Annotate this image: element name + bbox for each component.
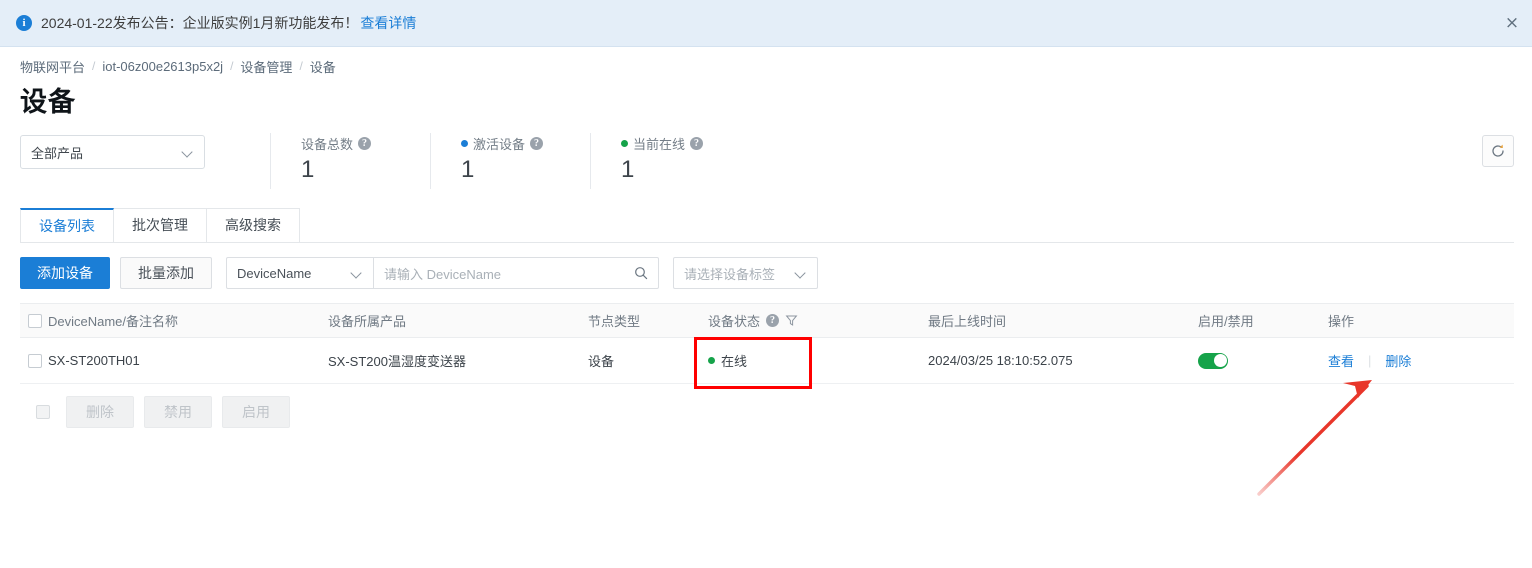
stat-label-activated-devices: 激活设备 <box>473 134 525 153</box>
column-operations: 操作 <box>1320 304 1514 338</box>
toggle-knob <box>1214 354 1227 367</box>
help-icon[interactable]: ? <box>766 314 779 327</box>
chevron-down-icon <box>351 267 363 279</box>
announcement-banner: i 2024-01-22发布公告：企业版实例1月新功能发布！ 查看详情 × <box>0 0 1532 47</box>
cell-product: SX-ST200温湿度变送器 <box>320 338 580 384</box>
cell-enable-toggle <box>1190 338 1320 384</box>
info-circle-icon: i <box>16 15 32 31</box>
chevron-down-icon <box>182 146 194 158</box>
last-online-value: 2024/03/25 18:10:52.075 <box>928 353 1073 368</box>
breadcrumb-item-device-management[interactable]: 设备管理 <box>240 57 292 76</box>
add-device-button[interactable]: 添加设备 <box>20 257 110 289</box>
announcement-text: 2024-01-22发布公告：企业版实例1月新功能发布！ <box>41 13 358 33</box>
cell-device-name: SX-ST200TH01 <box>20 338 320 384</box>
breadcrumb-item-device: 设备 <box>310 57 336 76</box>
column-label-device-status: 设备状态 <box>708 311 760 330</box>
row-select-checkbox[interactable] <box>28 354 42 368</box>
search-field-select[interactable]: DeviceName <box>226 257 374 289</box>
status-dot-online <box>708 357 715 364</box>
breadcrumb-separator: / <box>92 59 95 73</box>
column-label-product: 设备所属产品 <box>328 311 406 330</box>
cell-node-type: 设备 <box>580 338 700 384</box>
select-all-checkbox[interactable] <box>28 314 42 328</box>
breadcrumb-separator: / <box>299 59 302 73</box>
device-tag-select[interactable]: 请选择设备标签 <box>673 257 818 289</box>
bulk-enable-button[interactable]: 启用 <box>222 396 290 428</box>
tab-bar: 设备列表 批次管理 高级搜索 <box>20 209 1514 243</box>
device-table-body: SX-ST200TH01 SX-ST200温湿度变送器 设备 在线 2024/0… <box>20 338 1514 384</box>
cell-operations: 查看 | 删除 <box>1320 338 1514 384</box>
breadcrumb-separator: / <box>230 59 233 73</box>
filter-funnel-icon[interactable] <box>785 314 798 327</box>
stat-value-online-now: 1 <box>621 155 720 185</box>
help-icon[interactable]: ? <box>530 137 543 150</box>
breadcrumb: 物联网平台 / iot-06z00e2613p5x2j / 设备管理 / 设备 <box>0 47 1532 73</box>
stat-card-activated-devices: 激活设备 ? 1 <box>430 133 590 189</box>
tab-advanced-search[interactable]: 高级搜索 <box>206 208 300 242</box>
status-dot-activated <box>461 140 468 147</box>
stat-card-online-now: 当前在线 ? 1 <box>590 133 750 189</box>
table-toolbar: 添加设备 批量添加 DeviceName 请输入 DeviceName 请选择设… <box>20 257 1532 289</box>
status-badge: 在线 <box>708 351 747 370</box>
stat-value-activated-devices: 1 <box>461 155 560 185</box>
product-filter-select[interactable]: 全部产品 <box>20 135 205 169</box>
view-link[interactable]: 查看 <box>1328 351 1354 370</box>
breadcrumb-item-instance[interactable]: iot-06z00e2613p5x2j <box>102 59 223 74</box>
stat-value-total-devices: 1 <box>301 155 400 185</box>
product-value: SX-ST200温湿度变送器 <box>328 351 466 370</box>
close-icon[interactable]: × <box>1502 13 1522 33</box>
column-node-type: 节点类型 <box>580 304 700 338</box>
status-dot-online <box>621 140 628 147</box>
device-tag-placeholder: 请选择设备标签 <box>684 264 795 283</box>
enable-disable-toggle[interactable] <box>1198 353 1228 369</box>
stats-row: 全部产品 设备总数 ? 1 激活设备 ? 1 当前在线 ? 1 <box>0 133 1532 191</box>
bulk-action-bar: 删除 禁用 启用 <box>20 396 1532 428</box>
tab-batch-management[interactable]: 批次管理 <box>113 208 207 242</box>
status-label: 在线 <box>721 351 747 370</box>
bulk-delete-button[interactable]: 删除 <box>66 396 134 428</box>
device-name-value: SX-ST200TH01 <box>48 353 140 368</box>
chevron-down-icon <box>795 267 807 279</box>
search-field-value: DeviceName <box>237 266 351 281</box>
column-device-name: DeviceName/备注名称 <box>20 304 320 338</box>
help-icon[interactable]: ? <box>358 137 371 150</box>
column-last-online: 最后上线时间 <box>920 304 1190 338</box>
delete-link[interactable]: 删除 <box>1385 351 1411 370</box>
refresh-button[interactable] <box>1482 135 1514 167</box>
help-icon[interactable]: ? <box>690 137 703 150</box>
cell-last-online: 2024/03/25 18:10:52.075 <box>920 338 1190 384</box>
announcement-detail-link[interactable]: 查看详情 <box>360 13 416 33</box>
search-input[interactable]: 请输入 DeviceName <box>384 264 634 283</box>
stat-label-total-devices: 设备总数 <box>301 134 353 153</box>
column-device-status: 设备状态 ? <box>700 304 920 338</box>
column-product: 设备所属产品 <box>320 304 580 338</box>
stat-card-total-devices: 设备总数 ? 1 <box>270 133 430 189</box>
node-type-value: 设备 <box>588 351 614 370</box>
column-label-device-name: DeviceName/备注名称 <box>48 311 178 330</box>
stat-label-online-now: 当前在线 <box>633 134 685 153</box>
column-label-node-type: 节点类型 <box>588 311 640 330</box>
page-title: 设备 <box>20 85 1532 119</box>
column-label-enable-disable: 启用/禁用 <box>1198 311 1254 330</box>
bulk-disable-button[interactable]: 禁用 <box>144 396 212 428</box>
column-enable-disable: 启用/禁用 <box>1190 304 1320 338</box>
batch-add-button[interactable]: 批量添加 <box>120 257 212 289</box>
column-label-operations: 操作 <box>1328 311 1354 330</box>
breadcrumb-item-platform[interactable]: 物联网平台 <box>20 57 85 76</box>
action-separator: | <box>1368 353 1371 368</box>
search-input-wrapper[interactable]: 请输入 DeviceName <box>374 257 659 289</box>
table-row[interactable]: SX-ST200TH01 SX-ST200温湿度变送器 设备 在线 2024/0… <box>20 338 1514 384</box>
cell-device-status: 在线 <box>700 338 920 384</box>
stat-cards: 设备总数 ? 1 激活设备 ? 1 当前在线 ? 1 <box>270 133 750 189</box>
refresh-icon <box>1490 143 1506 159</box>
product-filter-value: 全部产品 <box>31 143 182 162</box>
table-header-row: DeviceName/备注名称 设备所属产品 节点类型 设备状态 ? 最后上 <box>20 304 1514 338</box>
search-icon[interactable] <box>634 266 648 280</box>
device-table: DeviceName/备注名称 设备所属产品 节点类型 设备状态 ? 最后上 <box>20 303 1514 384</box>
column-label-last-online: 最后上线时间 <box>928 311 1006 330</box>
tab-device-list[interactable]: 设备列表 <box>20 208 114 242</box>
bulk-select-all-checkbox[interactable] <box>36 405 50 419</box>
annotation-arrow <box>1245 370 1385 500</box>
device-table-head: DeviceName/备注名称 设备所属产品 节点类型 设备状态 ? 最后上 <box>20 304 1514 338</box>
